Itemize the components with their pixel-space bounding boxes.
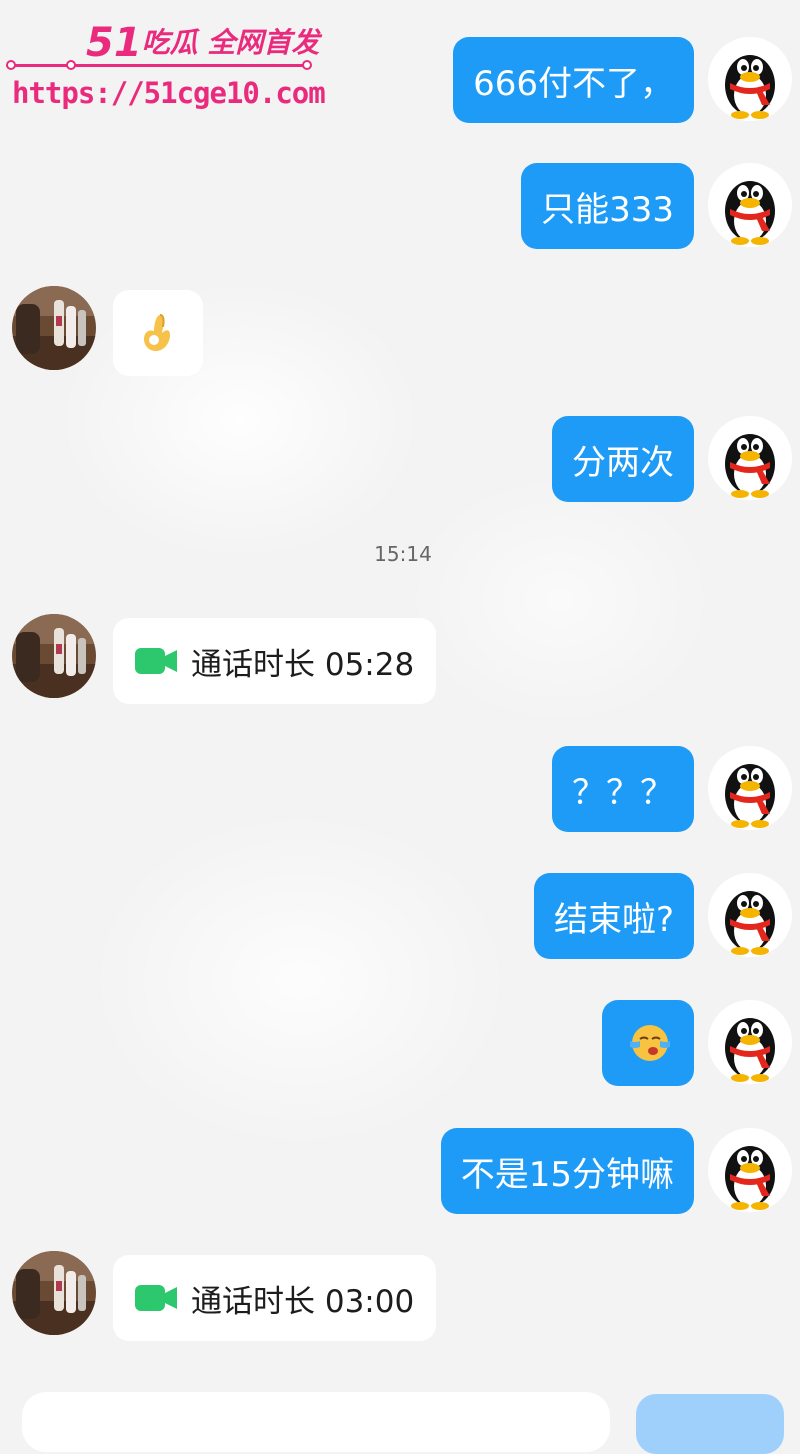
chat-bubble[interactable] [113, 290, 203, 376]
call-duration-text: 通话时长 05:28 [191, 646, 415, 683]
chat-bubble[interactable] [602, 1000, 694, 1086]
message-text: 结束啦? [553, 899, 674, 940]
chat-bubble[interactable]: 只能333 [521, 163, 694, 249]
ok-hand-emoji-icon [136, 311, 180, 355]
photo-avatar[interactable] [12, 286, 96, 370]
watermark-dot [66, 60, 76, 70]
video-call-icon [135, 646, 179, 676]
photo-avatar[interactable] [12, 1251, 96, 1335]
send-button[interactable] [636, 1394, 784, 1454]
watermark: 51吃瓜 全网首发 https://51cge10.com [6, 12, 326, 122]
qq-penguin-avatar[interactable] [708, 873, 792, 957]
timestamp: 15:14 [374, 542, 432, 566]
qq-penguin-avatar[interactable] [708, 746, 792, 830]
message-text: ？？？ [572, 772, 674, 813]
video-call-icon [135, 1283, 179, 1313]
photo-avatar[interactable] [12, 614, 96, 698]
message-text: 不是15分钟嘛 [460, 1154, 674, 1195]
message-text: 666付不了， [473, 63, 674, 104]
qq-penguin-avatar[interactable] [708, 1128, 792, 1212]
watermark-url: https://51cge10.com [12, 76, 326, 110]
chat-bubble[interactable]: 666付不了， [453, 37, 694, 123]
qq-penguin-avatar[interactable] [708, 416, 792, 500]
qq-penguin-avatar[interactable] [708, 1000, 792, 1084]
watermark-brand-number: 51 [86, 20, 142, 66]
crying-face-emoji-icon [626, 1021, 670, 1065]
call-duration-text: 通话时长 03:00 [191, 1283, 415, 1320]
qq-penguin-avatar[interactable] [708, 37, 792, 121]
message-text: 分两次 [572, 442, 674, 483]
watermark-dot [6, 60, 16, 70]
chat-bubble[interactable]: 分两次 [552, 416, 694, 502]
watermark-brand: 51吃瓜 全网首发 [86, 20, 319, 66]
chat-bubble[interactable]: 结束啦? [533, 873, 694, 959]
watermark-brand-text: 吃瓜 全网首发 [141, 26, 320, 59]
chat-bubble[interactable]: 不是15分钟嘛 [440, 1128, 694, 1214]
call-record-bubble[interactable]: 通话时长 03:00 [113, 1255, 437, 1341]
chat-bubble[interactable]: ？？？ [552, 746, 694, 832]
message-input[interactable] [22, 1392, 610, 1452]
call-record-bubble[interactable]: 通话时长 05:28 [113, 618, 437, 704]
message-text: 只能333 [541, 189, 674, 230]
qq-penguin-avatar[interactable] [708, 163, 792, 247]
